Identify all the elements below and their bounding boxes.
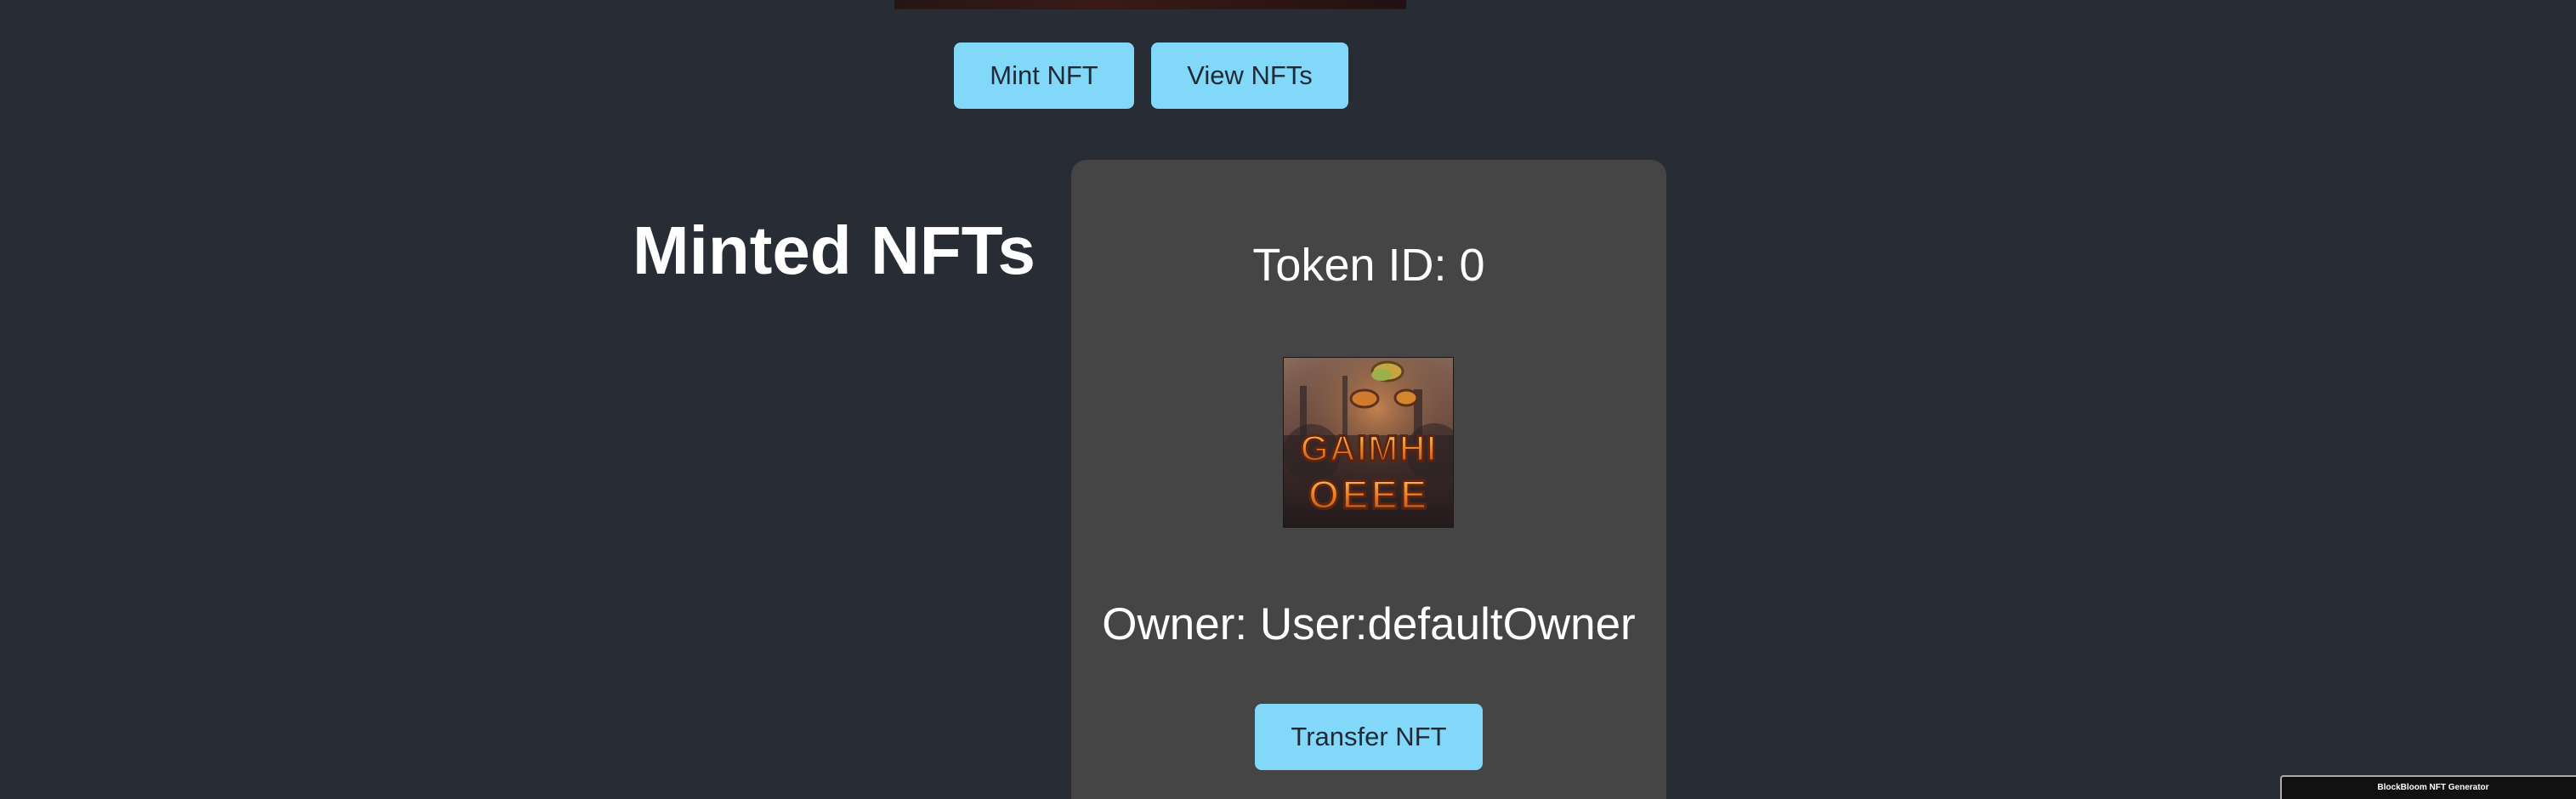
svg-text:OEEE: OEEE xyxy=(1308,472,1430,517)
token-id-label: Token ID: 0 xyxy=(1252,240,1485,291)
mini-window-preview[interactable]: BlockBloom NFT Generator xyxy=(2280,775,2576,799)
mint-nft-button[interactable]: Mint NFT xyxy=(954,42,1134,109)
svg-text:GAIMHI: GAIMHI xyxy=(1300,428,1437,469)
nft-image: GAIMHI OEEE xyxy=(1283,357,1454,528)
transfer-nft-button[interactable]: Transfer NFT xyxy=(1255,704,1483,770)
action-buttons: Mint NFT View NFTs xyxy=(954,42,1348,109)
mini-window-title: BlockBloom NFT Generator xyxy=(2377,783,2489,792)
nft-card: Token ID: 0 GAIMHI OEEE Owner: User:defa… xyxy=(1071,160,1666,799)
app-page: Mint NFT View NFTs Minted NFTs Token ID:… xyxy=(0,0,2576,799)
nft-artwork-icon: GAIMHI OEEE xyxy=(1283,357,1454,528)
minted-nfts-title: Minted NFTs xyxy=(633,212,1036,288)
view-nfts-button[interactable]: View NFTs xyxy=(1151,42,1348,109)
top-image-strip xyxy=(894,0,1406,9)
owner-label: Owner: User:defaultOwner xyxy=(1102,599,1636,649)
